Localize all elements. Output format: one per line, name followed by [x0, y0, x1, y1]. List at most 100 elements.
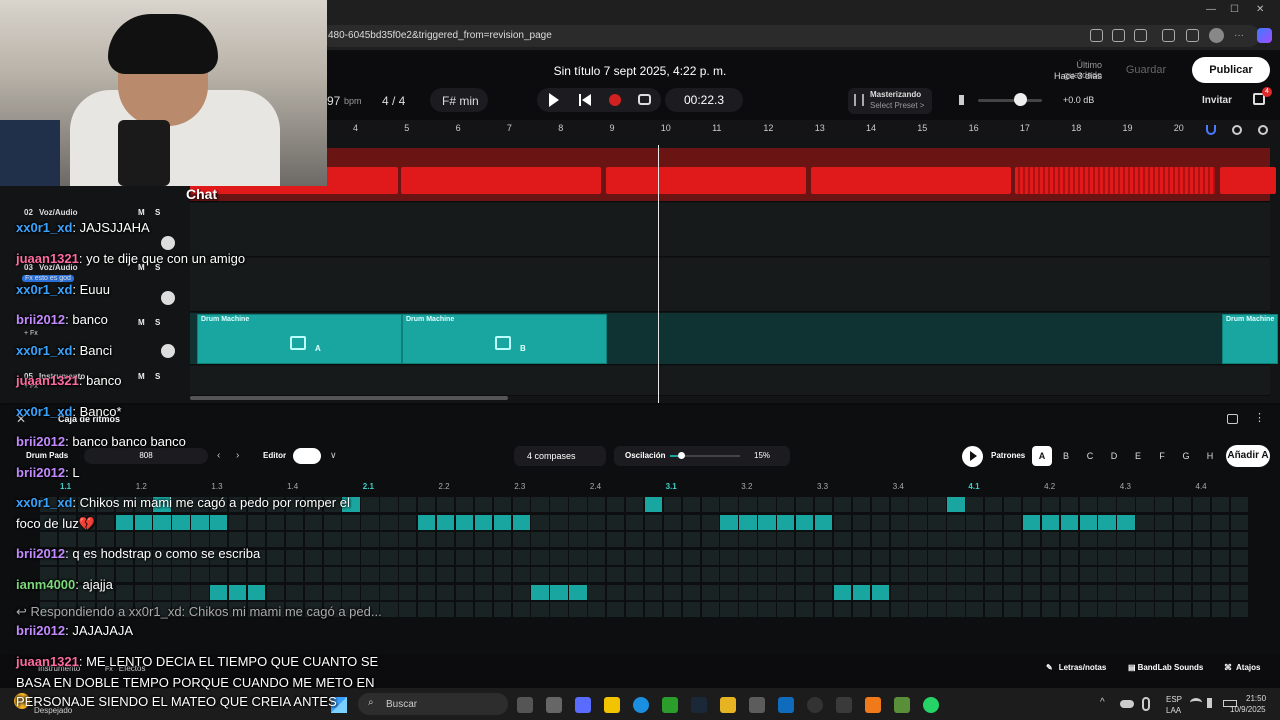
- step-cell[interactable]: [134, 567, 152, 582]
- step-cell[interactable]: [1022, 584, 1041, 600]
- step-cell[interactable]: [418, 567, 436, 582]
- step-cell[interactable]: [588, 497, 606, 512]
- step-cell[interactable]: [701, 514, 719, 530]
- step-cell[interactable]: [663, 567, 682, 582]
- step-cell[interactable]: [852, 602, 871, 617]
- clock-date[interactable]: 10/9/2025: [1230, 705, 1266, 714]
- step-cell[interactable]: [588, 602, 606, 617]
- step-cell-active[interactable]: [1041, 514, 1060, 530]
- step-cell-active[interactable]: [1079, 514, 1097, 530]
- step-cell[interactable]: [361, 514, 379, 530]
- step-cell[interactable]: [852, 532, 871, 547]
- step-cell[interactable]: [493, 549, 511, 565]
- step-cell[interactable]: [644, 514, 663, 530]
- step-cell[interactable]: [777, 584, 795, 600]
- step-cell-active[interactable]: [796, 514, 814, 530]
- step-cell[interactable]: [266, 549, 285, 565]
- step-cell[interactable]: [304, 532, 322, 547]
- task-view-icon[interactable]: [517, 697, 533, 713]
- step-cell[interactable]: [40, 532, 58, 547]
- next-kit-icon[interactable]: ›: [236, 450, 239, 461]
- step-cell[interactable]: [1117, 532, 1135, 547]
- pan-knob[interactable]: [161, 344, 175, 358]
- step-cell-active[interactable]: [229, 584, 247, 600]
- step-cell[interactable]: [1041, 497, 1060, 512]
- prev-kit-icon[interactable]: ‹: [217, 450, 220, 461]
- step-cell[interactable]: [266, 532, 285, 547]
- audio-clip[interactable]: [1220, 167, 1276, 194]
- step-cell[interactable]: [323, 532, 341, 547]
- step-cell[interactable]: [739, 567, 757, 582]
- step-cell[interactable]: [890, 549, 908, 565]
- step-cell[interactable]: [1079, 602, 1097, 617]
- step-cell[interactable]: [682, 549, 700, 565]
- step-cell[interactable]: [323, 549, 341, 565]
- step-cell[interactable]: [852, 567, 871, 582]
- step-cell[interactable]: [512, 602, 530, 617]
- step-cell[interactable]: [663, 602, 682, 617]
- step-cell[interactable]: [625, 584, 644, 600]
- step-cell[interactable]: [1003, 549, 1022, 565]
- tray-chevron-icon[interactable]: ^: [1100, 697, 1105, 708]
- step-cell[interactable]: [455, 532, 474, 547]
- step-cell[interactable]: [720, 602, 738, 617]
- step-cell[interactable]: [796, 602, 814, 617]
- step-cell[interactable]: [833, 567, 852, 582]
- step-cell-active[interactable]: [550, 584, 568, 600]
- step-cell[interactable]: [1060, 549, 1078, 565]
- step-cell[interactable]: [1098, 584, 1116, 600]
- step-cell-active[interactable]: [172, 514, 190, 530]
- step-cell[interactable]: [928, 514, 946, 530]
- step-cell[interactable]: [682, 567, 700, 582]
- step-cell[interactable]: [436, 567, 455, 582]
- step-cell[interactable]: [493, 602, 511, 617]
- pattern-button[interactable]: H: [1200, 446, 1220, 466]
- step-cell[interactable]: [1192, 497, 1211, 512]
- track-lane-02[interactable]: [190, 203, 1270, 257]
- mute-button[interactable]: M: [138, 372, 145, 381]
- step-cell-active[interactable]: [852, 584, 871, 600]
- step-cell[interactable]: [1003, 514, 1022, 530]
- step-cell-active[interactable]: [455, 514, 474, 530]
- step-cell[interactable]: [1117, 567, 1135, 582]
- step-cell[interactable]: [1211, 584, 1230, 600]
- step-cell[interactable]: [399, 602, 417, 617]
- step-cell[interactable]: [909, 549, 927, 565]
- step-cell[interactable]: [663, 532, 682, 547]
- step-cell[interactable]: [361, 549, 379, 565]
- step-cell[interactable]: [1060, 567, 1078, 582]
- add-fx-button[interactable]: + Fx: [24, 330, 38, 337]
- url-text[interactable]: 480-6045bd35f0e2&triggered_from=revision…: [328, 30, 552, 41]
- step-cell[interactable]: [1230, 567, 1249, 582]
- step-cell[interactable]: [304, 567, 322, 582]
- step-cell[interactable]: [1211, 532, 1230, 547]
- step-cell[interactable]: [607, 532, 625, 547]
- step-cell[interactable]: [380, 532, 398, 547]
- step-cell[interactable]: [588, 514, 606, 530]
- step-cell[interactable]: [1211, 549, 1230, 565]
- language-line-1[interactable]: ESP: [1166, 695, 1182, 704]
- step-cell[interactable]: [909, 532, 927, 547]
- step-cell-active[interactable]: [947, 497, 965, 512]
- step-cell[interactable]: [1098, 602, 1116, 617]
- step-cell[interactable]: [966, 584, 984, 600]
- step-cell[interactable]: [966, 602, 984, 617]
- step-cell[interactable]: [285, 549, 304, 565]
- step-cell[interactable]: [1060, 532, 1078, 547]
- master-volume-knob[interactable]: [1014, 93, 1027, 106]
- step-cell[interactable]: [436, 532, 455, 547]
- clock-time[interactable]: 21:50: [1246, 694, 1266, 703]
- step-cell[interactable]: [550, 532, 568, 547]
- shortcuts-button[interactable]: ⌘ Atajos: [1224, 663, 1260, 672]
- profile-avatar[interactable]: [1209, 28, 1224, 43]
- step-cell[interactable]: [1155, 602, 1173, 617]
- step-cell[interactable]: [455, 602, 474, 617]
- step-cell[interactable]: [1041, 602, 1060, 617]
- step-cell[interactable]: [304, 514, 322, 530]
- step-cell[interactable]: [399, 549, 417, 565]
- step-cell[interactable]: [266, 584, 285, 600]
- language-line-2[interactable]: LAA: [1166, 706, 1181, 715]
- widgets-icon[interactable]: [546, 697, 562, 713]
- step-cell[interactable]: [172, 584, 190, 600]
- step-cell[interactable]: [1136, 514, 1154, 530]
